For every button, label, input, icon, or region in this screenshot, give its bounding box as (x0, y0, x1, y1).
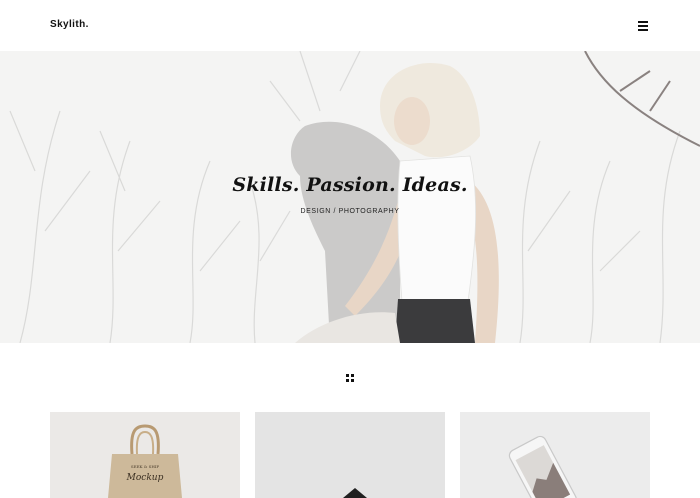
dark-object-image (343, 488, 367, 498)
portfolio-item-object[interactable] (255, 412, 445, 498)
grid-cell (351, 374, 354, 377)
grid-cell (346, 374, 349, 377)
svg-text:SEEK & SHIP: SEEK & SHIP (131, 464, 159, 469)
smartphone-image (508, 435, 577, 498)
menu-line (638, 21, 648, 23)
hero-background-photo (0, 51, 700, 343)
tote-bag-image: SEEK & SHIP Mockup (108, 424, 182, 498)
site-logo[interactable]: Skylith. (50, 19, 89, 30)
grid-icon[interactable] (346, 374, 354, 382)
portfolio-item-tote-bag[interactable]: SEEK & SHIP Mockup (50, 412, 240, 498)
hero-subtitle: DESIGN / PHOTOGRAPHY (300, 208, 400, 215)
grid-cell (346, 379, 349, 382)
menu-line (638, 29, 648, 31)
hero-section: Skills. Passion. Ideas. DESIGN / PHOTOGR… (0, 51, 700, 343)
portfolio-item-phone[interactable] (460, 412, 650, 498)
grid-cell (351, 379, 354, 382)
hamburger-menu-icon[interactable] (637, 18, 651, 32)
bag-label: Mockup (126, 473, 164, 483)
site-header: Skylith. (0, 0, 700, 51)
hero-title: Skills. Passion. Ideas. (232, 174, 468, 196)
menu-line (638, 25, 648, 27)
